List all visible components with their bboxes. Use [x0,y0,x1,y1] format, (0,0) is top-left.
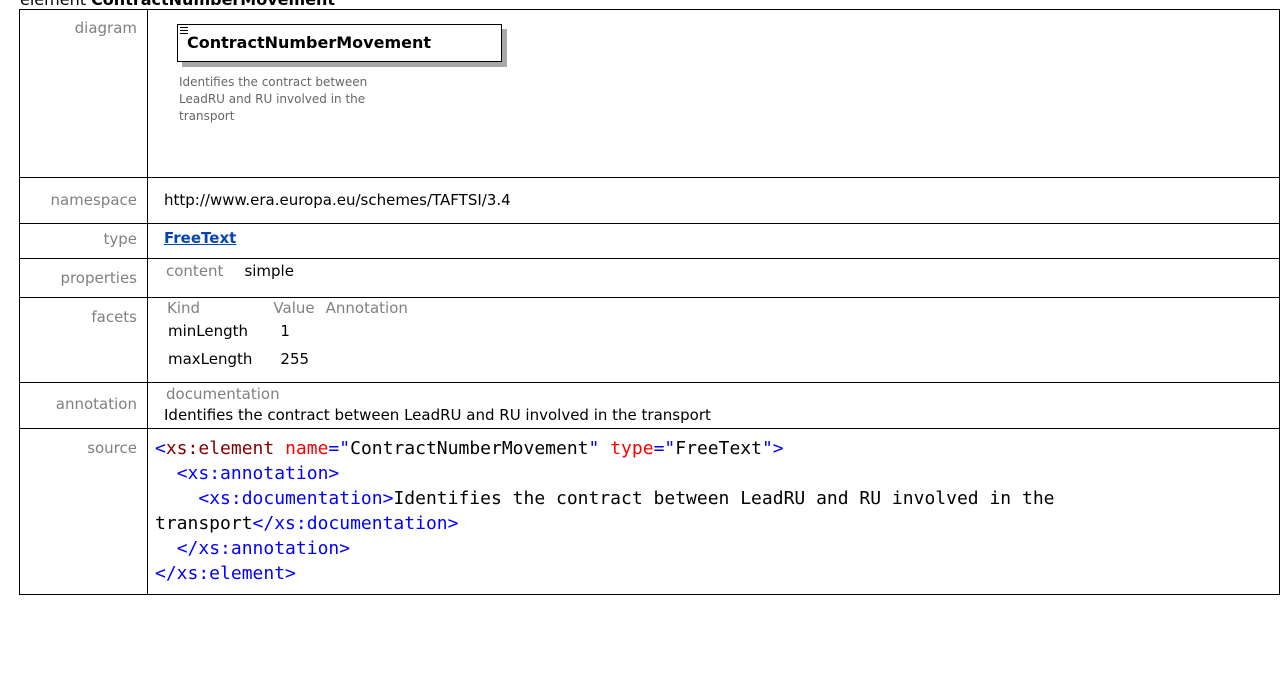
page-heading-name: ContractNumberMovement [91,0,335,9]
element-doc-table: diagram ContractNumberMovement Identifie… [19,9,1280,595]
row-properties: properties content simple [19,258,1280,298]
annotation-text: Identifies the contract between LeadRU a… [164,406,711,424]
label-properties: properties [19,258,148,298]
namespace-value: http://www.era.europa.eu/schemes/TAFTSI/… [147,177,1280,224]
label-diagram: diagram [19,9,148,178]
properties-value: simple [244,262,294,280]
facets-header-value: Value [273,299,315,317]
properties-kv: content simple [166,262,1279,280]
facet-value: 255 [280,350,310,368]
facet-kind: maxLength [168,350,253,368]
label-source: source [19,428,148,595]
facet-row: maxLength 255 [166,346,438,374]
type-link[interactable]: FreeText [164,229,236,247]
row-source: source <xs:element name="ContractNumberM… [19,428,1280,595]
diagram-element-name: ContractNumberMovement [187,33,431,52]
page-heading-prefix: element [20,0,91,9]
facets-header-kind: Kind [167,299,201,317]
facet-value: 1 [280,322,290,340]
diagram-cell: ContractNumberMovement Identifies the co… [147,9,1280,178]
facet-row: minLength 1 [166,318,438,346]
row-type: type FreeText [19,223,1280,259]
facet-kind: minLength [168,322,249,340]
row-facets: facets Kind Value Annotation minLength 1… [19,297,1280,383]
facets-header-annotation: Annotation [325,299,408,317]
properties-key: content [166,262,224,280]
annotation-head: documentation [166,385,280,403]
diagram-element-box[interactable]: ContractNumberMovement [177,24,502,62]
page-heading: element ContractNumberMovement [20,0,335,9]
diagram-note: Identifies the contract between LeadRU a… [179,75,368,123]
row-namespace: namespace http://www.era.europa.eu/schem… [19,177,1280,224]
label-namespace: namespace [19,177,148,224]
label-type: type [19,223,148,259]
row-diagram: diagram ContractNumberMovement Identifie… [19,9,1280,178]
label-facets: facets [19,297,148,383]
source-code: <xs:element name="ContractNumberMovement… [155,438,1066,584]
row-annotation: annotation documentation Identifies the … [19,382,1280,429]
facets-table: Kind Value Annotation minLength 1 maxLen… [166,298,438,374]
label-annotation: annotation [19,382,148,429]
